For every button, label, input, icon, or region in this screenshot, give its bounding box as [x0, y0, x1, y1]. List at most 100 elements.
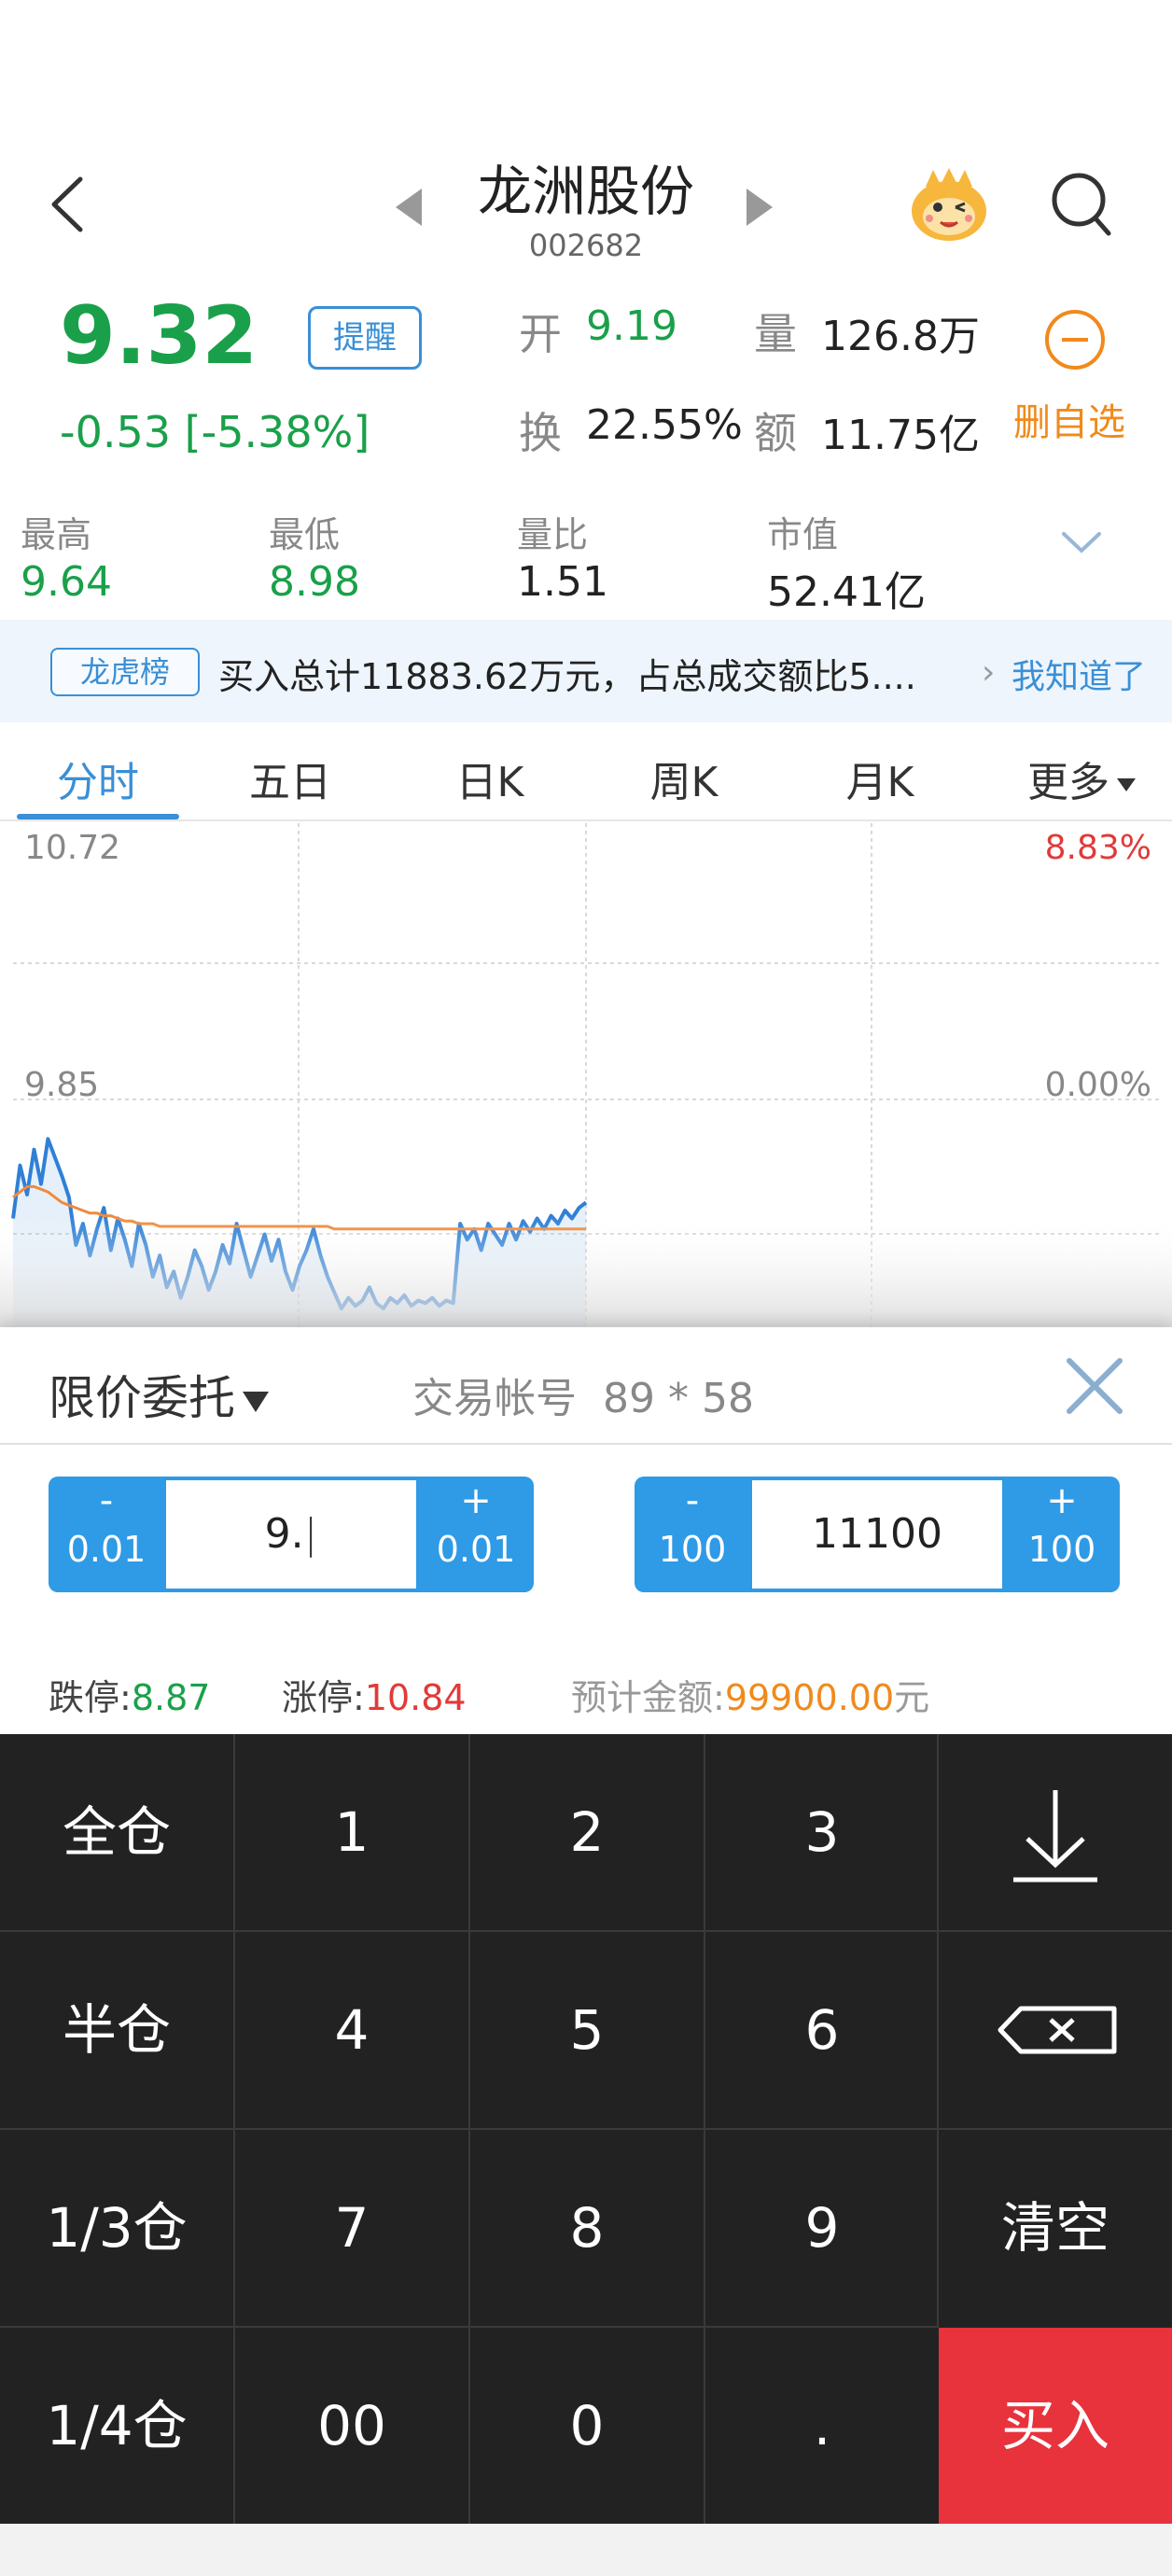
estimate-unit: 元	[894, 1677, 930, 1718]
amount-label: 额	[754, 408, 797, 458]
key-6[interactable]: 6	[705, 1932, 939, 2128]
keypad-divider	[0, 2128, 1172, 2130]
account-value: 89 * 58	[602, 1375, 754, 1422]
price-decrease-button[interactable]: - 0.01	[49, 1477, 164, 1592]
stat-market-cap-label: 市值	[767, 514, 839, 555]
tab-weekly-k[interactable]: 周K	[603, 749, 765, 808]
close-icon[interactable]	[1062, 1353, 1127, 1419]
volume-label: 量	[754, 309, 797, 359]
key-0[interactable]: 0	[470, 2328, 704, 2524]
price-increase-button[interactable]: + 0.01	[418, 1477, 534, 1592]
order-keypad: 全仓 1 2 3 半仓 4 5 6 1/3仓 7 8 9 清空 1/4仓 00 …	[0, 1734, 1172, 2524]
key-quarter-position[interactable]: 1/4仓	[0, 2328, 233, 2524]
tab-more[interactable]: 更多	[1000, 749, 1163, 808]
system-nav-bar	[0, 2524, 1172, 2576]
y-axis-mid-label: 9.85	[24, 1066, 100, 1104]
download-icon	[1013, 1790, 1097, 1883]
stat-low-value: 8.98	[269, 558, 360, 606]
price-input-value: 9.	[264, 1510, 304, 1558]
dragon-tiger-text: 买入总计11883.62万元，占总成交额比5....	[218, 656, 916, 697]
stat-volume-ratio-label: 量比	[517, 514, 589, 555]
y-axis-max-label: 10.72	[24, 829, 121, 867]
plus-icon: +	[460, 1479, 492, 1522]
key-backspace[interactable]	[939, 1932, 1172, 2128]
key-third-position[interactable]: 1/3仓	[0, 2130, 233, 2326]
next-stock-icon[interactable]	[746, 189, 773, 226]
quantity-increase-amount: 100	[1027, 1529, 1096, 1570]
backspace-icon	[998, 2006, 1117, 2054]
key-5[interactable]: 5	[470, 1932, 704, 2128]
key-7[interactable]: 7	[235, 2130, 468, 2326]
stock-name: 龙洲股份	[477, 160, 694, 223]
amount-value: 11.75亿	[821, 412, 980, 459]
limit-up-value: 10.84	[364, 1677, 467, 1718]
order-type-select[interactable]: 限价委托	[49, 1361, 269, 1428]
tab-more-label: 更多	[1027, 759, 1109, 806]
stat-low-label: 最低	[269, 514, 341, 555]
key-3[interactable]: 3	[705, 1734, 939, 1930]
price-decrease-amount: 0.01	[66, 1529, 146, 1570]
mascot-icon[interactable]	[907, 164, 991, 243]
key-half-position[interactable]: 半仓	[0, 1932, 233, 2128]
minus-icon: -	[99, 1479, 114, 1522]
key-clear[interactable]: 清空	[939, 2130, 1172, 2326]
caret-down-icon	[243, 1391, 269, 1412]
quantity-input[interactable]: 11100	[752, 1480, 1002, 1589]
open-label: 开	[519, 309, 562, 359]
dragon-tiger-notice[interactable]: 龙虎榜 买入总计11883.62万元，占总成交额比5.... › 我知道了	[0, 620, 1172, 722]
minus-icon: -	[685, 1479, 700, 1522]
limit-up: 涨停:10.84	[282, 1669, 467, 1720]
price-change: -0.53 [-5.38%]	[60, 407, 370, 457]
key-dot[interactable]: .	[705, 2328, 939, 2524]
intraday-chart-svg	[0, 823, 1172, 1327]
tab-intraday[interactable]: 分时	[17, 749, 179, 808]
back-arrow-icon[interactable]	[45, 172, 91, 237]
y-axis-pct-mid-label: 0.00%	[1044, 1066, 1151, 1104]
key-full-position[interactable]: 全仓	[0, 1734, 233, 1930]
dragon-tiger-tag: 龙虎榜	[50, 648, 200, 696]
remove-watchlist-icon[interactable]	[1045, 310, 1105, 370]
turnover-value: 22.55%	[586, 401, 743, 449]
search-icon[interactable]	[1049, 170, 1114, 239]
key-8[interactable]: 8	[470, 2130, 704, 2326]
price-input[interactable]: 9.|	[166, 1480, 416, 1589]
turnover-label: 换	[519, 408, 562, 458]
keypad-divider	[0, 2326, 937, 2328]
stat-volume-ratio-value: 1.51	[517, 558, 608, 606]
stock-code: 002682	[528, 228, 644, 263]
active-tab-indicator	[17, 814, 179, 819]
account-label: 交易帐号	[412, 1375, 577, 1422]
price-stepper: - 0.01 9.| + 0.01	[49, 1477, 534, 1592]
remove-watchlist-label[interactable]: 删自选	[1013, 392, 1125, 446]
stock-header: 龙洲股份 002682	[0, 131, 1172, 271]
key-1[interactable]: 1	[235, 1734, 468, 1930]
stat-high-value: 9.64	[21, 558, 112, 606]
key-00[interactable]: 00	[235, 2328, 468, 2524]
order-divider	[0, 1443, 1172, 1445]
y-axis-pct-max-label: 8.83%	[1044, 829, 1151, 867]
chevron-right-icon: ›	[982, 653, 996, 692]
key-9[interactable]: 9	[705, 2130, 939, 2326]
estimate-label: 预计金额:	[571, 1677, 725, 1718]
buy-button[interactable]: 买入	[939, 2328, 1172, 2524]
quantity-increase-button[interactable]: + 100	[1004, 1477, 1120, 1592]
key-hide-keyboard[interactable]	[939, 1734, 1172, 1930]
stat-high-label: 最高	[21, 514, 92, 555]
order-panel: 限价委托 交易帐号 89 * 58 - 0.01 9.| + 0.01 - 10…	[0, 1327, 1172, 1734]
intraday-chart[interactable]: 10.72 9.85 8.83% 0.00%	[0, 823, 1172, 1327]
acknowledge-link[interactable]: 我知道了	[1012, 650, 1146, 698]
open-value: 9.19	[586, 302, 677, 350]
key-4[interactable]: 4	[235, 1932, 468, 2128]
limit-down: 跌停:8.87	[49, 1669, 210, 1720]
keypad-divider	[0, 1930, 1172, 1932]
chevron-down-icon[interactable]	[1060, 528, 1103, 556]
tab-daily-k[interactable]: 日K	[409, 749, 571, 808]
order-type-label: 限价委托	[49, 1371, 235, 1425]
quantity-decrease-button[interactable]: - 100	[635, 1477, 750, 1592]
tab-monthly-k[interactable]: 月K	[799, 749, 961, 808]
tab-five-day[interactable]: 五日	[209, 749, 371, 808]
limit-down-label: 跌停:	[49, 1677, 132, 1718]
chart-tabs: 分时 五日 日K 周K 月K 更多	[0, 728, 1172, 821]
remind-button[interactable]: 提醒	[308, 306, 422, 370]
key-2[interactable]: 2	[470, 1734, 704, 1930]
